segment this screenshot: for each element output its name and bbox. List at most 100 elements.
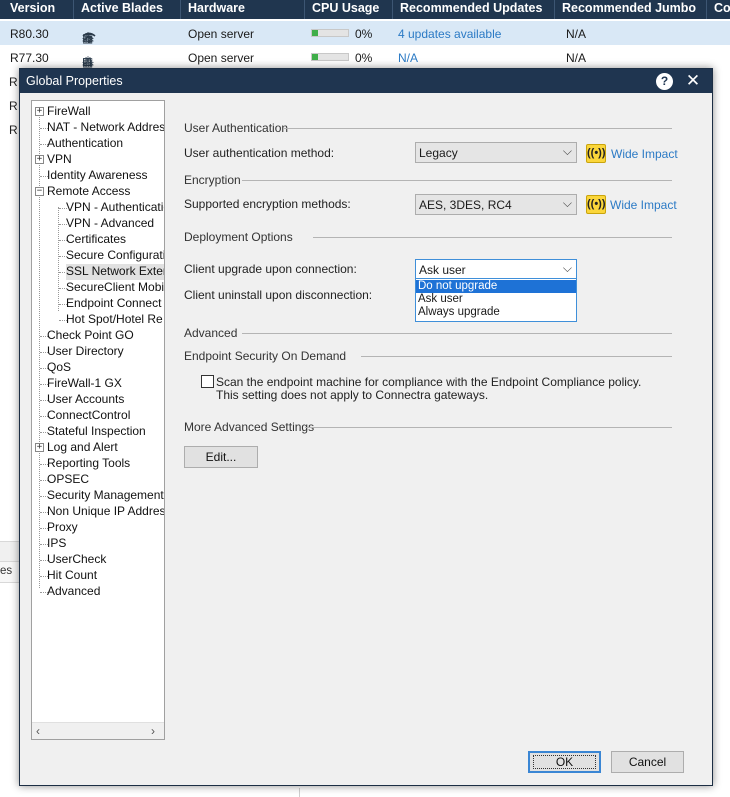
section-user-authentication: User Authentication — [184, 121, 289, 135]
scroll-right-icon[interactable]: › — [151, 723, 155, 739]
wide-impact-icon: ((•)) — [586, 144, 606, 163]
tree-item[interactable]: Authentication — [47, 136, 123, 152]
wide-impact-icon: ((•)) — [586, 195, 606, 214]
tree-horizontal-scrollbar[interactable]: ‹ › — [32, 722, 164, 739]
tree-item[interactable]: Log and Alert — [47, 440, 118, 456]
tree-item[interactable]: Reporting Tools — [47, 456, 130, 472]
updates-link[interactable]: 4 updates available — [398, 27, 501, 41]
cpu-usage-bar — [311, 29, 349, 37]
tree-item[interactable]: FireWall — [47, 104, 91, 120]
tree-item[interactable]: Stateful Inspection — [47, 424, 146, 440]
tree-item[interactable]: VPN - Advanced — [66, 216, 154, 232]
tree-expander-icon[interactable]: + — [35, 443, 44, 452]
divider — [242, 180, 672, 181]
option-do-not-upgrade[interactable]: Do not upgrade — [416, 280, 576, 293]
more-blades-icon: … — [82, 55, 94, 69]
section-advanced: Advanced — [184, 326, 238, 340]
col-hardware[interactable]: Hardware — [188, 1, 245, 15]
ok-button[interactable]: OK — [528, 751, 601, 773]
tree-item[interactable]: UserCheck — [47, 552, 106, 568]
auth-method-label: User authentication method: — [184, 146, 335, 160]
help-icon[interactable]: ? — [656, 73, 673, 90]
option-always-upgrade[interactable]: Always upgrade — [416, 306, 576, 319]
table-row[interactable]: R80.30 ▦ ⁂ … Open server 0% 4 updates av… — [0, 21, 730, 45]
tree-item[interactable]: SecureClient Mobil — [66, 280, 164, 296]
section-encryption: Encryption — [184, 173, 241, 187]
table-row[interactable]: R77.30 ▦ ⁂ ⊞ … Open server 0% N/A N/A — [0, 45, 730, 69]
scroll-left-icon[interactable]: ‹ — [36, 723, 40, 739]
tree-item[interactable]: Hit Count — [47, 568, 97, 584]
row-hardware: Open server — [188, 51, 255, 65]
col-cpu-usage[interactable]: CPU Usage — [312, 1, 379, 15]
scan-compliance-checkbox[interactable] — [201, 375, 214, 388]
cancel-button[interactable]: Cancel — [611, 751, 684, 773]
col-active-blades[interactable]: Active Blades — [81, 1, 163, 15]
tree-item[interactable]: SSL Network Exter — [66, 264, 164, 280]
scan-compliance-note: This setting does not apply to Connectra… — [216, 388, 489, 402]
col-co[interactable]: Co — [714, 1, 730, 15]
row-version: R80.30 — [10, 27, 49, 41]
encryption-methods-value: AES, 3DES, RC4 — [419, 198, 512, 212]
auth-method-select[interactable]: Legacy ⌵ — [415, 142, 577, 163]
tree-item[interactable]: Advanced — [47, 584, 100, 600]
tree-item[interactable]: Secure Configurati — [66, 248, 164, 264]
divider — [299, 788, 300, 797]
col-version[interactable]: Version — [10, 1, 55, 15]
col-recommended-updates[interactable]: Recommended Updates — [400, 1, 542, 15]
tree-item[interactable]: Certificates — [66, 232, 126, 248]
properties-tree[interactable]: ‹ › + FireWall NAT - Network Addres Authent… — [31, 100, 165, 740]
tree-item[interactable]: VPN — [47, 152, 72, 168]
client-uninstall-label: Client uninstall upon disconnection: — [184, 288, 373, 302]
tree-expander-icon[interactable]: − — [35, 187, 44, 196]
divider — [242, 333, 672, 334]
tree-item[interactable]: ConnectControl — [47, 408, 130, 424]
section-more-advanced-settings: More Advanced Settings — [184, 420, 315, 434]
updates-link[interactable]: N/A — [398, 51, 418, 65]
col-recommended-jumbo[interactable]: Recommended Jumbo — [562, 1, 696, 15]
divider — [361, 356, 672, 357]
client-upgrade-dropdown[interactable]: Do not upgrade Ask user Always upgrade — [415, 278, 577, 322]
tree-item[interactable]: QoS — [47, 360, 71, 376]
client-upgrade-value: Ask user — [419, 263, 466, 277]
row-fragment: R — [9, 75, 18, 89]
chevron-down-icon: ⌵ — [562, 261, 572, 275]
tree-item[interactable]: Security Management A — [47, 488, 164, 504]
tree-item[interactable]: User Directory — [47, 344, 124, 360]
tree-item[interactable]: Check Point GO — [47, 328, 134, 344]
tree-item[interactable]: User Accounts — [47, 392, 124, 408]
option-ask-user[interactable]: Ask user — [416, 293, 576, 306]
background-tab-fragment: es — [0, 565, 13, 577]
tree-item[interactable]: Identity Awareness — [47, 168, 148, 184]
row-hardware: Open server — [188, 27, 255, 41]
tree-item[interactable]: Endpoint Connect — [66, 296, 161, 312]
wide-impact-link[interactable]: Wide Impact — [610, 198, 677, 212]
wide-impact-link[interactable]: Wide Impact — [611, 147, 678, 161]
gateways-table-header: Version Active Blades Hardware CPU Usage… — [0, 0, 730, 19]
encryption-methods-label: Supported encryption methods: — [184, 197, 351, 211]
dialog-titlebar[interactable]: Global Properties ? ✕ — [20, 69, 712, 93]
tree-item[interactable]: FireWall-1 GX — [47, 376, 122, 392]
client-upgrade-select[interactable]: Ask user ⌵ — [415, 259, 577, 280]
encryption-methods-select[interactable]: AES, 3DES, RC4 ⌵ — [415, 194, 577, 215]
tree-expander-icon[interactable]: + — [35, 155, 44, 164]
tree-item[interactable]: Non Unique IP Address — [47, 504, 164, 520]
chevron-down-icon: ⌵ — [562, 196, 572, 210]
client-upgrade-label: Client upgrade upon connection: — [184, 262, 357, 276]
cpu-usage-bar — [311, 53, 349, 61]
tree-item[interactable]: Remote Access — [47, 184, 130, 200]
row-jumbo: N/A — [566, 51, 587, 65]
tree-item[interactable]: IPS — [47, 536, 66, 552]
close-icon[interactable]: ✕ — [682, 70, 704, 92]
tree-item[interactable]: VPN - Authenticatio — [66, 200, 164, 216]
edit-button[interactable]: Edit... — [184, 446, 258, 468]
tree-item[interactable]: Proxy — [47, 520, 78, 536]
tree-item[interactable]: Hot Spot/Hotel Re — [66, 312, 163, 328]
chevron-down-icon: ⌵ — [562, 144, 572, 158]
auth-method-value: Legacy — [419, 146, 458, 160]
tree-item[interactable]: OPSEC — [47, 472, 89, 488]
scan-compliance-label: Scan the endpoint machine for compliance… — [216, 375, 642, 389]
tree-item[interactable]: NAT - Network Addres — [47, 120, 164, 136]
tree-expander-icon[interactable]: + — [35, 107, 44, 116]
row-fragment: R — [9, 123, 18, 137]
row-cpu: 0% — [355, 27, 373, 41]
